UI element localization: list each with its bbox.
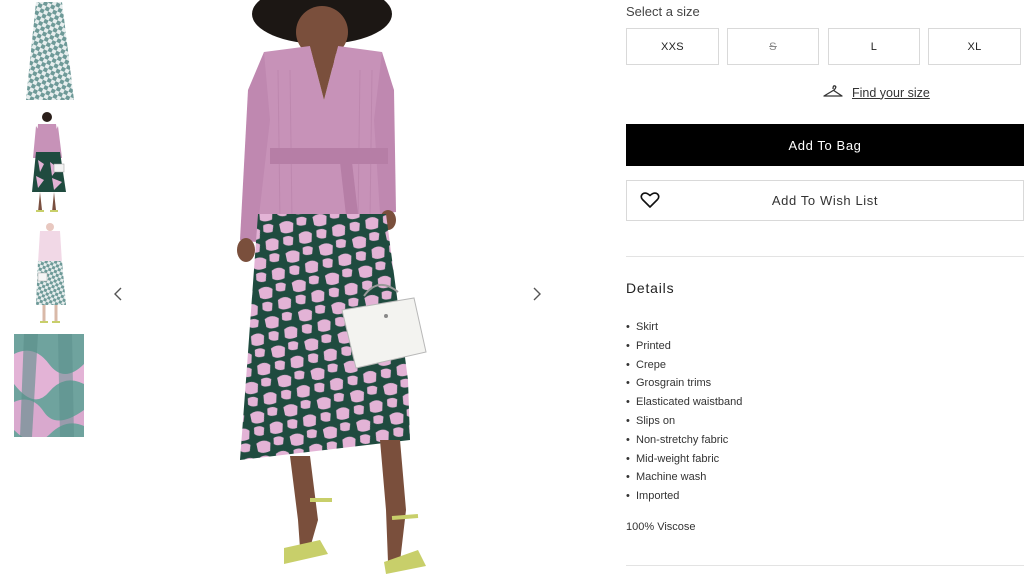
divider bbox=[626, 256, 1024, 257]
hanger-icon bbox=[822, 84, 844, 101]
detail-item: Non-stretchy fabric bbox=[626, 433, 742, 452]
select-size-label: Select a size bbox=[626, 4, 700, 19]
thumbnail-model-back[interactable] bbox=[14, 223, 84, 328]
thumbnail-model-front[interactable] bbox=[14, 112, 84, 217]
size-option-xxs[interactable]: XXS bbox=[626, 28, 719, 65]
detail-item: Printed bbox=[626, 339, 742, 358]
heart-icon bbox=[640, 191, 660, 212]
thumbnail-fabric-closeup[interactable] bbox=[14, 334, 84, 437]
detail-item: Skirt bbox=[626, 320, 742, 339]
add-to-bag-button[interactable]: Add To Bag bbox=[626, 124, 1024, 166]
find-your-size-link[interactable]: Find your size bbox=[822, 84, 930, 101]
detail-item: Imported bbox=[626, 489, 742, 508]
size-option-l[interactable]: L bbox=[828, 28, 920, 65]
chevron-left-icon[interactable] bbox=[108, 283, 128, 305]
size-option-s[interactable]: S bbox=[727, 28, 819, 65]
detail-item: Elasticated waistband bbox=[626, 395, 742, 414]
detail-item: Crepe bbox=[626, 358, 742, 377]
size-option-xl[interactable]: XL bbox=[928, 28, 1021, 65]
detail-item: Slips on bbox=[626, 414, 742, 433]
detail-item: Mid-weight fabric bbox=[626, 452, 742, 471]
details-heading: Details bbox=[626, 280, 675, 296]
details-list: Skirt Printed Crepe Grosgrain trims Elas… bbox=[626, 320, 742, 508]
add-to-wishlist-button[interactable]: Add To Wish List bbox=[626, 180, 1024, 221]
fabric-composition: 100% Viscose bbox=[626, 521, 696, 533]
product-main-image bbox=[160, 0, 500, 578]
find-your-size-label: Find your size bbox=[852, 85, 930, 100]
thumbnail-skirt-flat[interactable] bbox=[14, 0, 84, 105]
chevron-right-icon[interactable] bbox=[527, 283, 547, 305]
size-selector: XXS S L XL bbox=[626, 28, 1024, 65]
divider bbox=[626, 565, 1024, 566]
add-to-wishlist-label: Add To Wish List bbox=[771, 193, 879, 208]
detail-item: Machine wash bbox=[626, 470, 742, 489]
detail-item: Grosgrain trims bbox=[626, 376, 742, 395]
